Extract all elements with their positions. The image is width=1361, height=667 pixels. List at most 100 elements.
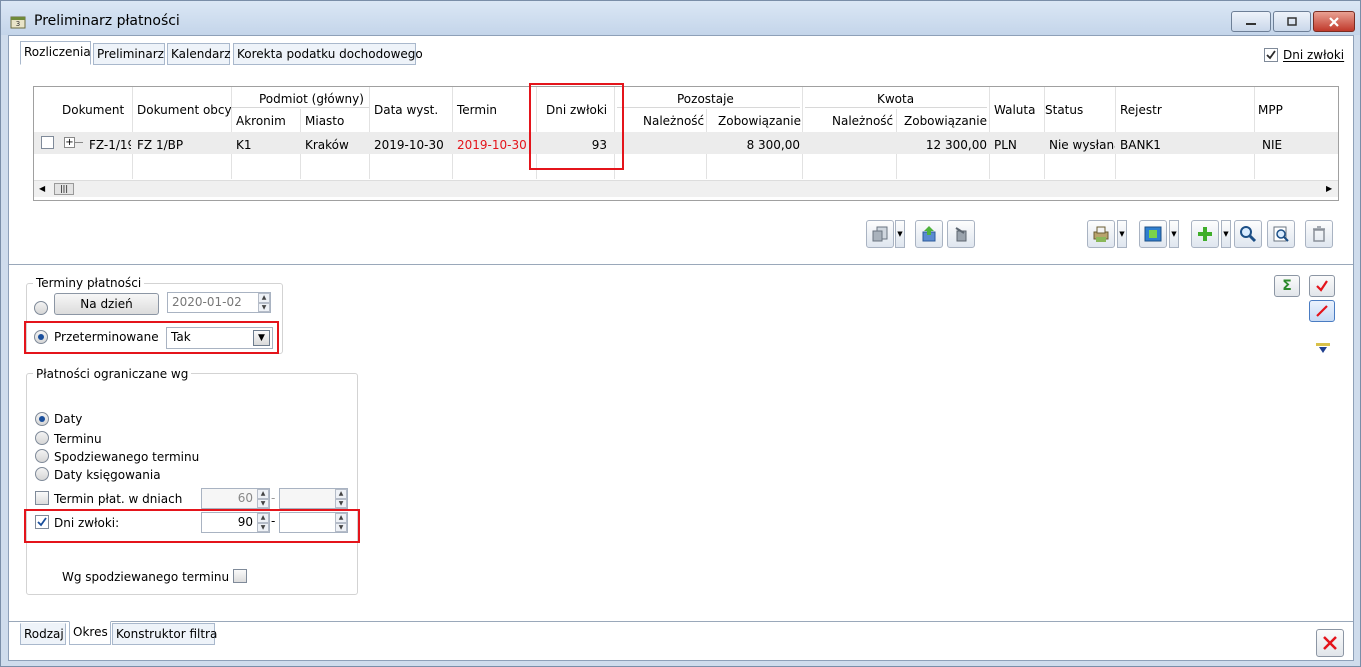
edit-button[interactable] [1267, 220, 1295, 248]
magnifier-icon [1240, 226, 1257, 243]
cell-mpp: NIE [1262, 138, 1283, 152]
client-area: Rozliczenia Preliminarz Kalendarz Korekt… [8, 35, 1354, 661]
bank-export-button[interactable] [1139, 220, 1167, 248]
na-dzien-date-field[interactable]: 2020-01-02 [167, 292, 271, 313]
view-button[interactable] [1234, 220, 1262, 248]
cancel-button[interactable] [1316, 629, 1344, 657]
col-kwota-naleznosc[interactable]: Należność [832, 114, 893, 128]
print-dropdown[interactable]: ▼ [1117, 220, 1127, 248]
check-button[interactable] [1309, 275, 1335, 297]
horizontal-scrollbar[interactable]: ◀ ||| ▶ [34, 180, 1338, 197]
bank-export-icon [1144, 226, 1162, 242]
add-button[interactable] [1191, 220, 1219, 248]
col-dokument-obcy[interactable]: Dokument obcy [137, 103, 232, 117]
termin-plat-label: Termin płat. w dniach [54, 492, 183, 506]
cell-rejestr: BANK1 [1120, 138, 1161, 152]
col-mpp[interactable]: MPP [1258, 103, 1283, 117]
delete-button[interactable] [1305, 220, 1333, 248]
title-bar: 3 Preliminarz płatności [1, 1, 1360, 35]
expand-icon[interactable]: + [64, 137, 75, 148]
export-button[interactable] [915, 220, 943, 248]
wg-spodziewanego-checkbox[interactable] [233, 569, 247, 583]
col-dokument[interactable]: Dokument [62, 103, 124, 117]
tab-rodzaj[interactable]: Rodzaj [20, 623, 66, 645]
termin-plat-from-spinner[interactable]: ▲ ▼ [257, 489, 269, 508]
option-spodziewanego-label: Spodziewanego terminu [54, 450, 200, 464]
delete-payment-button[interactable] [947, 220, 975, 248]
tab-rozliczenia[interactable]: Rozliczenia [20, 41, 91, 65]
highlight-przeterminowane [24, 321, 279, 354]
add-dropdown[interactable]: ▼ [1221, 220, 1231, 248]
tab-okres[interactable]: Okres [69, 621, 111, 645]
red-check-icon [1316, 280, 1328, 292]
red-slash-icon [1316, 305, 1328, 317]
app-calendar-icon: 3 [10, 16, 26, 29]
window-title: Preliminarz płatności [34, 13, 180, 29]
na-dzien-spinner[interactable]: ▲ ▼ [258, 293, 270, 312]
option-terminu-radio[interactable] [35, 431, 49, 445]
uncheck-button[interactable] [1309, 300, 1335, 322]
tab-konstruktor-filtra[interactable]: Konstruktor filtra [112, 623, 217, 645]
close-icon [1323, 636, 1337, 650]
option-daty-radio[interactable] [35, 412, 49, 426]
col-pozostaje-zobowiazanie[interactable]: Zobowiązanie [718, 114, 801, 128]
tab-korekta-podatku[interactable]: Korekta podatku dochodowego [233, 43, 423, 65]
filter-arrow-icon[interactable] [1315, 342, 1331, 354]
termin-plat-to-spinner[interactable]: ▲ ▼ [335, 489, 347, 508]
bucket-icon [955, 227, 967, 242]
col-data-wyst[interactable]: Data wyst. [374, 103, 438, 117]
option-daty-label: Daty [54, 412, 83, 426]
checkmark-icon [1266, 50, 1276, 60]
scroll-right-icon[interactable]: ▶ [1326, 184, 1332, 193]
cell-waluta: PLN [994, 138, 1017, 152]
col-kwota-zobowiazanie[interactable]: Zobowiązanie [904, 114, 987, 128]
scroll-left-icon[interactable]: ◀ [39, 184, 45, 193]
document-transfer-icon [872, 226, 888, 242]
scroll-thumb[interactable]: ||| [54, 183, 74, 195]
svg-text:3: 3 [16, 20, 20, 28]
wg-spodziewanego-label: Wg spodziewanego terminu [62, 570, 230, 584]
cell-akronim: K1 [236, 138, 252, 152]
tab-preliminarz[interactable]: Preliminarz [93, 43, 165, 65]
trash-icon [1313, 226, 1325, 242]
termin-plat-checkbox[interactable] [35, 491, 49, 505]
col-podmiot: Podmiot (główny) [259, 92, 364, 106]
cell-termin: 2019-10-30 [457, 138, 527, 152]
payments-grid: Dokument Dokument obcy Podmiot (główny) … [33, 86, 1339, 201]
col-pozostaje: Pozostaje [677, 92, 734, 106]
sum-button[interactable]: Σ [1274, 275, 1300, 297]
option-ksiegowania-label: Daty księgowania [54, 468, 161, 482]
magnifier-document-icon [1273, 226, 1289, 242]
na-dzien-radio[interactable] [34, 301, 48, 315]
row-select-checkbox[interactable] [41, 136, 54, 149]
close-window-button[interactable] [1313, 11, 1355, 32]
col-akronim[interactable]: Akronim [236, 114, 286, 128]
option-ksiegowania-radio[interactable] [35, 467, 49, 481]
tab-kalendarz[interactable]: Kalendarz [167, 43, 231, 65]
col-waluta[interactable]: Waluta [994, 103, 1035, 117]
highlight-dni-zwloki-column [529, 83, 624, 170]
print-button[interactable] [1087, 220, 1115, 248]
cell-kwota-zobowiazanie: 12 300,00 [925, 138, 987, 152]
transfer-button[interactable] [866, 220, 894, 248]
minimize-icon [1246, 22, 1256, 25]
col-status[interactable]: Status [1045, 103, 1083, 117]
cell-miasto: Kraków [305, 138, 349, 152]
minimize-button[interactable] [1231, 11, 1271, 32]
highlight-dni-zwloki-filter [24, 509, 360, 543]
dni-zwloki-toggle-label[interactable]: Dni zwłoki [1283, 48, 1344, 62]
na-dzien-button[interactable]: Na dzień [54, 293, 159, 315]
col-miasto[interactable]: Miasto [305, 114, 344, 128]
dni-zwloki-checkbox[interactable] [1264, 48, 1278, 62]
col-rejestr[interactable]: Rejestr [1120, 103, 1162, 117]
plus-icon [1198, 227, 1212, 241]
transfer-dropdown[interactable]: ▼ [895, 220, 905, 248]
col-termin[interactable]: Termin [457, 103, 497, 117]
option-spodziewanego-radio[interactable] [35, 449, 49, 463]
bank-export-dropdown[interactable]: ▼ [1169, 220, 1179, 248]
col-pozostaje-naleznosc[interactable]: Należność [643, 114, 704, 128]
export-icon [922, 226, 936, 242]
terminy-platnosci-legend: Terminy płatności [33, 276, 145, 290]
maximize-button[interactable] [1273, 11, 1311, 32]
cell-data-wyst: 2019-10-30 [374, 138, 444, 152]
